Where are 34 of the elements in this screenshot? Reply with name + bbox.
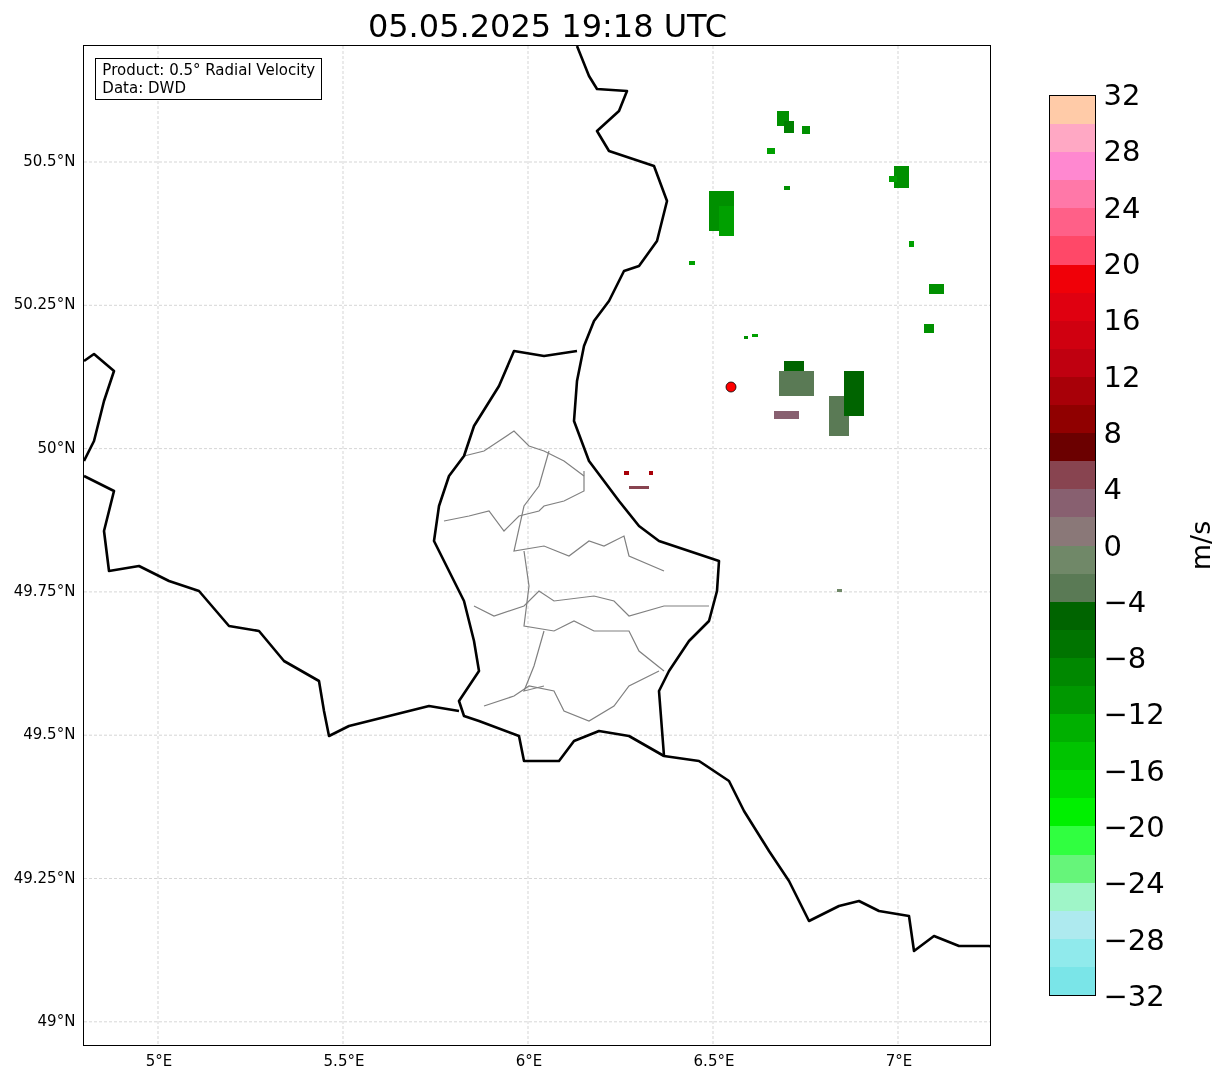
colorbar-tick-label: 0 [1103, 528, 1122, 563]
colorbar-tick-label: −8 [1103, 641, 1147, 676]
colorbar-tick-label: 4 [1103, 472, 1122, 507]
colorbar-tick-label: −16 [1103, 753, 1165, 788]
colorbar-label: m/s [1184, 520, 1216, 571]
longitude-label: 6.5°E [693, 1052, 735, 1070]
colorbar-tick-label: −20 [1103, 810, 1165, 845]
longitude-label: 6°E [515, 1052, 543, 1070]
chart-title: 05.05.2025 19:18 UTC [367, 7, 728, 45]
colorbar-tick-label: −28 [1103, 922, 1165, 957]
latitude-label: 49.75°N [13, 581, 76, 600]
longitude-label: 7°E [885, 1052, 913, 1070]
latitude-label: 50°N [37, 438, 76, 457]
colorbar-tick-label: −4 [1103, 584, 1147, 619]
colorbar-tick-label: 20 [1103, 246, 1141, 281]
longitude-label: 5°E [145, 1052, 173, 1070]
latitude-label: 49.5°N [23, 725, 76, 744]
colorbar-tick-label: 16 [1103, 303, 1141, 338]
colorbar-tick-label: 32 [1103, 78, 1141, 112]
colorbar-tick-label: −24 [1103, 866, 1165, 901]
latitude-label: 49°N [37, 1011, 76, 1030]
colorbar-tick-label: −12 [1103, 697, 1165, 732]
latitude-label: 49.25°N [13, 868, 76, 887]
info-text: Product: 0.5° Radial Velocity [102, 61, 316, 79]
colorbar-tick-label: 24 [1103, 190, 1141, 225]
info-text: Data: DWD [102, 79, 187, 97]
colorbar-tick-label: 28 [1103, 134, 1141, 169]
colorbar-tick-label: −32 [1103, 979, 1165, 1013]
latitude-label: 50.25°N [13, 295, 76, 314]
colorbar-tick-label: 8 [1103, 415, 1122, 450]
radar-site-marker [725, 381, 737, 393]
latitude-label: 50.5°N [23, 152, 76, 170]
longitude-label: 5.5°E [323, 1052, 365, 1070]
colorbar-tick-label: 12 [1103, 359, 1141, 394]
